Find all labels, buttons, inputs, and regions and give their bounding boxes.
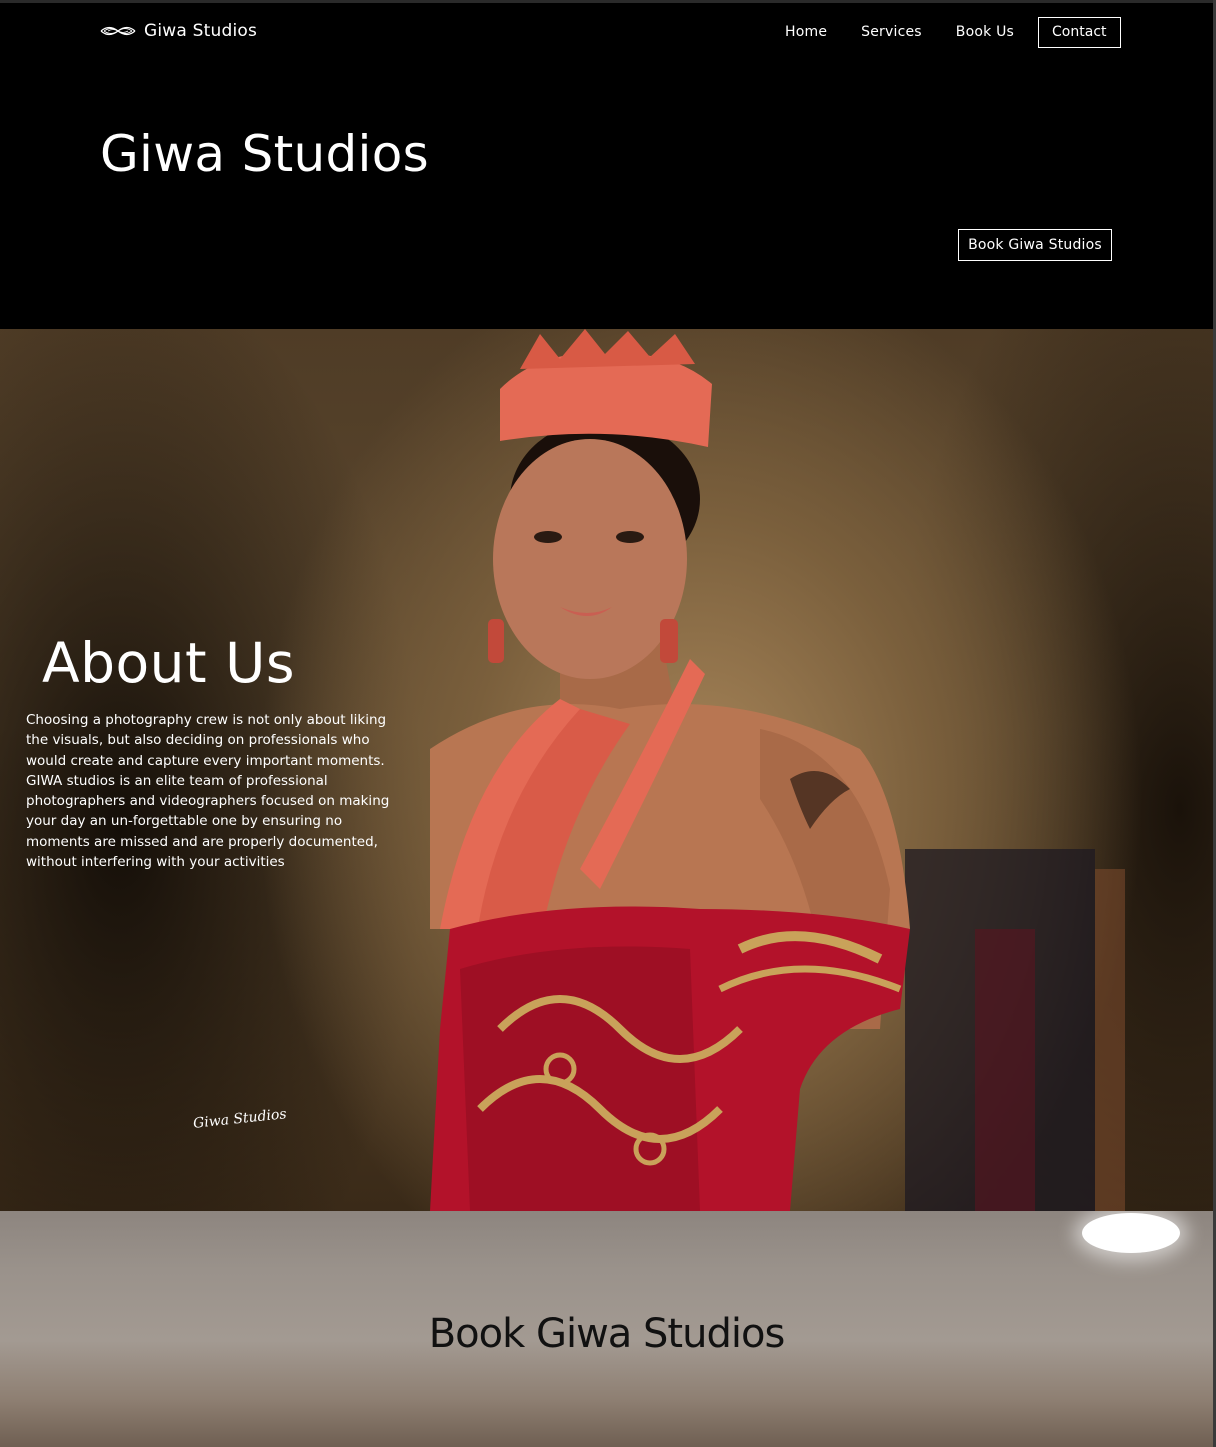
nav-book-us[interactable]: Book Us xyxy=(939,16,1031,48)
contact-button[interactable]: Contact xyxy=(1038,16,1121,48)
brand-name: Giwa Studios xyxy=(144,21,258,41)
book-studio-button[interactable]: Book Giwa Studios xyxy=(958,229,1112,261)
page: Giwa Studios Home Services Book Us Conta… xyxy=(0,0,1216,1447)
booking-section: Book Giwa Studios xyxy=(0,1211,1213,1447)
booking-title: Book Giwa Studios xyxy=(428,1311,786,1357)
nav-services[interactable]: Services xyxy=(844,16,939,48)
about-title: About Us xyxy=(42,631,296,695)
nav-home[interactable]: Home xyxy=(768,16,844,48)
main-nav: Home Services Book Us Contact xyxy=(768,16,1121,48)
about-section: About Us Choosing a photography crew is … xyxy=(0,329,1213,1211)
wave-logo-icon xyxy=(100,26,136,36)
light-glow xyxy=(1082,1213,1180,1253)
about-description: Choosing a photography crew is not only … xyxy=(26,712,390,871)
site-header: Giwa Studios Home Services Book Us Conta… xyxy=(0,3,1213,329)
brand-link[interactable]: Giwa Studios xyxy=(100,21,257,41)
hero-title: Giwa Studios xyxy=(100,125,429,183)
